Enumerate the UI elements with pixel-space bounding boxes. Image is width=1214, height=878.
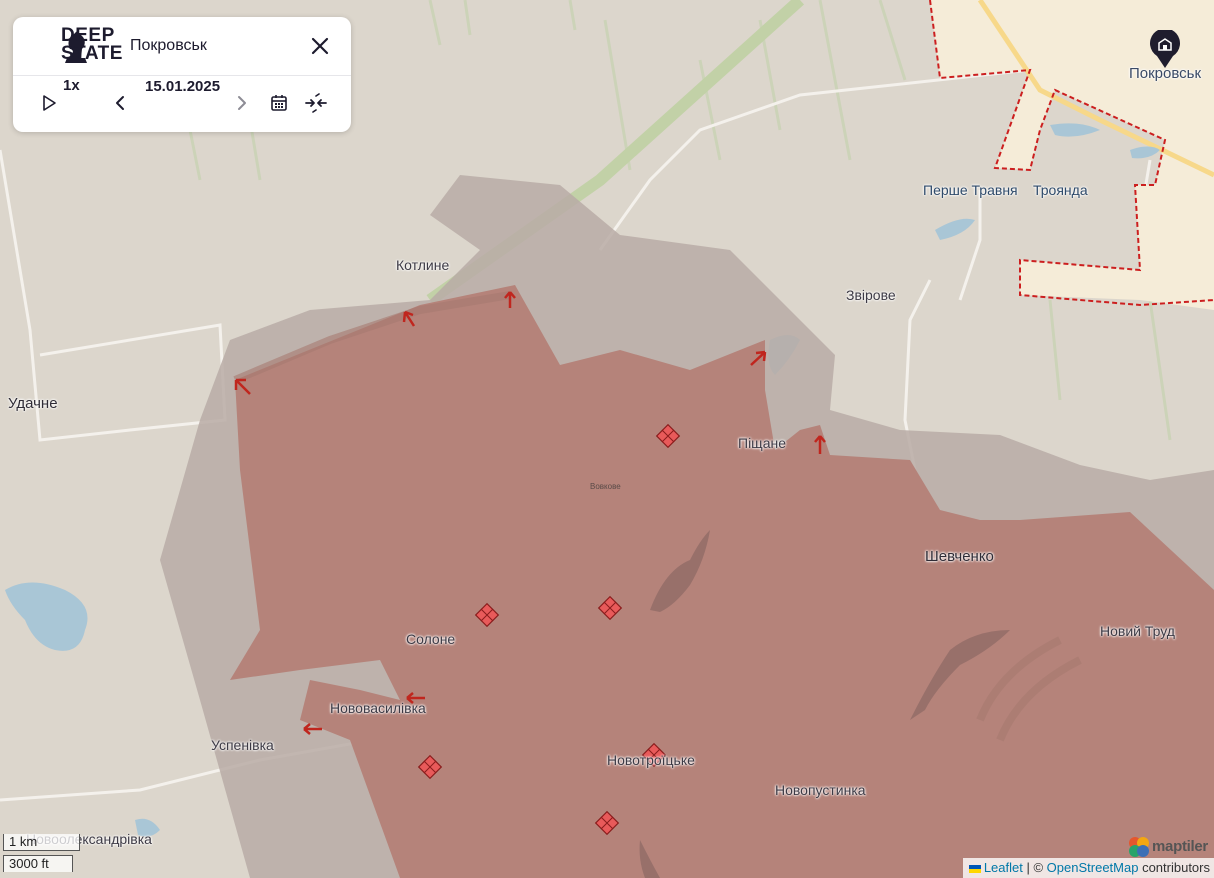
maptiler-logo-icon[interactable] <box>1128 836 1150 858</box>
attribution-separator: | © <box>1022 860 1047 875</box>
place-label-novovasylivka[interactable]: Нововасилівка <box>330 700 426 716</box>
place-label-pishchane[interactable]: Піщане <box>738 435 786 451</box>
ukraine-flag-icon <box>968 864 981 873</box>
place-label-uspenivka[interactable]: Успенівка <box>211 737 274 753</box>
map-attribution: Leaflet | © OpenStreetMap contributors <box>962 858 1214 878</box>
brand-logo-text: DEEP STATE <box>61 26 123 64</box>
next-icon[interactable] <box>234 95 250 111</box>
place-label-zvirove[interactable]: Звірове <box>846 287 896 303</box>
panel-header: DEEP STATE Покровськ <box>13 17 351 76</box>
place-label-shevchenko[interactable]: Шевченко <box>925 548 994 565</box>
speed-toggle[interactable]: 1x <box>63 77 80 94</box>
scale-metric: 1 km <box>3 834 80 851</box>
place-label-udachne[interactable]: Удачне <box>8 395 58 412</box>
place-label-vovkove[interactable]: Вовкове <box>590 482 621 491</box>
place-label-solone[interactable]: Солоне <box>406 631 455 647</box>
brand-line2: STATE <box>61 43 123 64</box>
place-label-novopustynka[interactable]: Новопустинка <box>775 782 866 798</box>
place-label-kotlyne[interactable]: Котлине <box>396 257 449 273</box>
close-icon[interactable] <box>309 35 331 57</box>
place-label-pershe-travnia[interactable]: Перше Травня <box>923 182 1018 198</box>
city-pin-icon[interactable] <box>1149 30 1181 70</box>
calendar-icon[interactable] <box>270 94 288 112</box>
place-label-troianda[interactable]: Троянда <box>1033 182 1088 198</box>
scale-imperial: 3000 ft <box>3 855 73 872</box>
compress-icon[interactable] <box>304 93 328 113</box>
control-panel: DEEP STATE Покровськ <box>13 17 351 132</box>
prev-icon[interactable] <box>112 95 128 111</box>
play-icon[interactable] <box>40 94 58 112</box>
date-display[interactable]: 15.01.2025 <box>145 78 220 95</box>
place-label-novotroitske[interactable]: Новотроїцьке <box>607 752 695 768</box>
attribution-contributors: contributors <box>1138 860 1210 875</box>
leaflet-link[interactable]: Leaflet <box>984 860 1023 875</box>
osm-link[interactable]: OpenStreetMap <box>1047 860 1139 875</box>
place-label-pokrovsk[interactable]: Покровськ <box>1129 65 1201 82</box>
maptiler-logo-text[interactable]: maptiler <box>1152 838 1208 855</box>
place-label-novyi-trud[interactable]: Новий Труд <box>1100 623 1175 639</box>
panel-title: Покровськ <box>130 37 207 54</box>
